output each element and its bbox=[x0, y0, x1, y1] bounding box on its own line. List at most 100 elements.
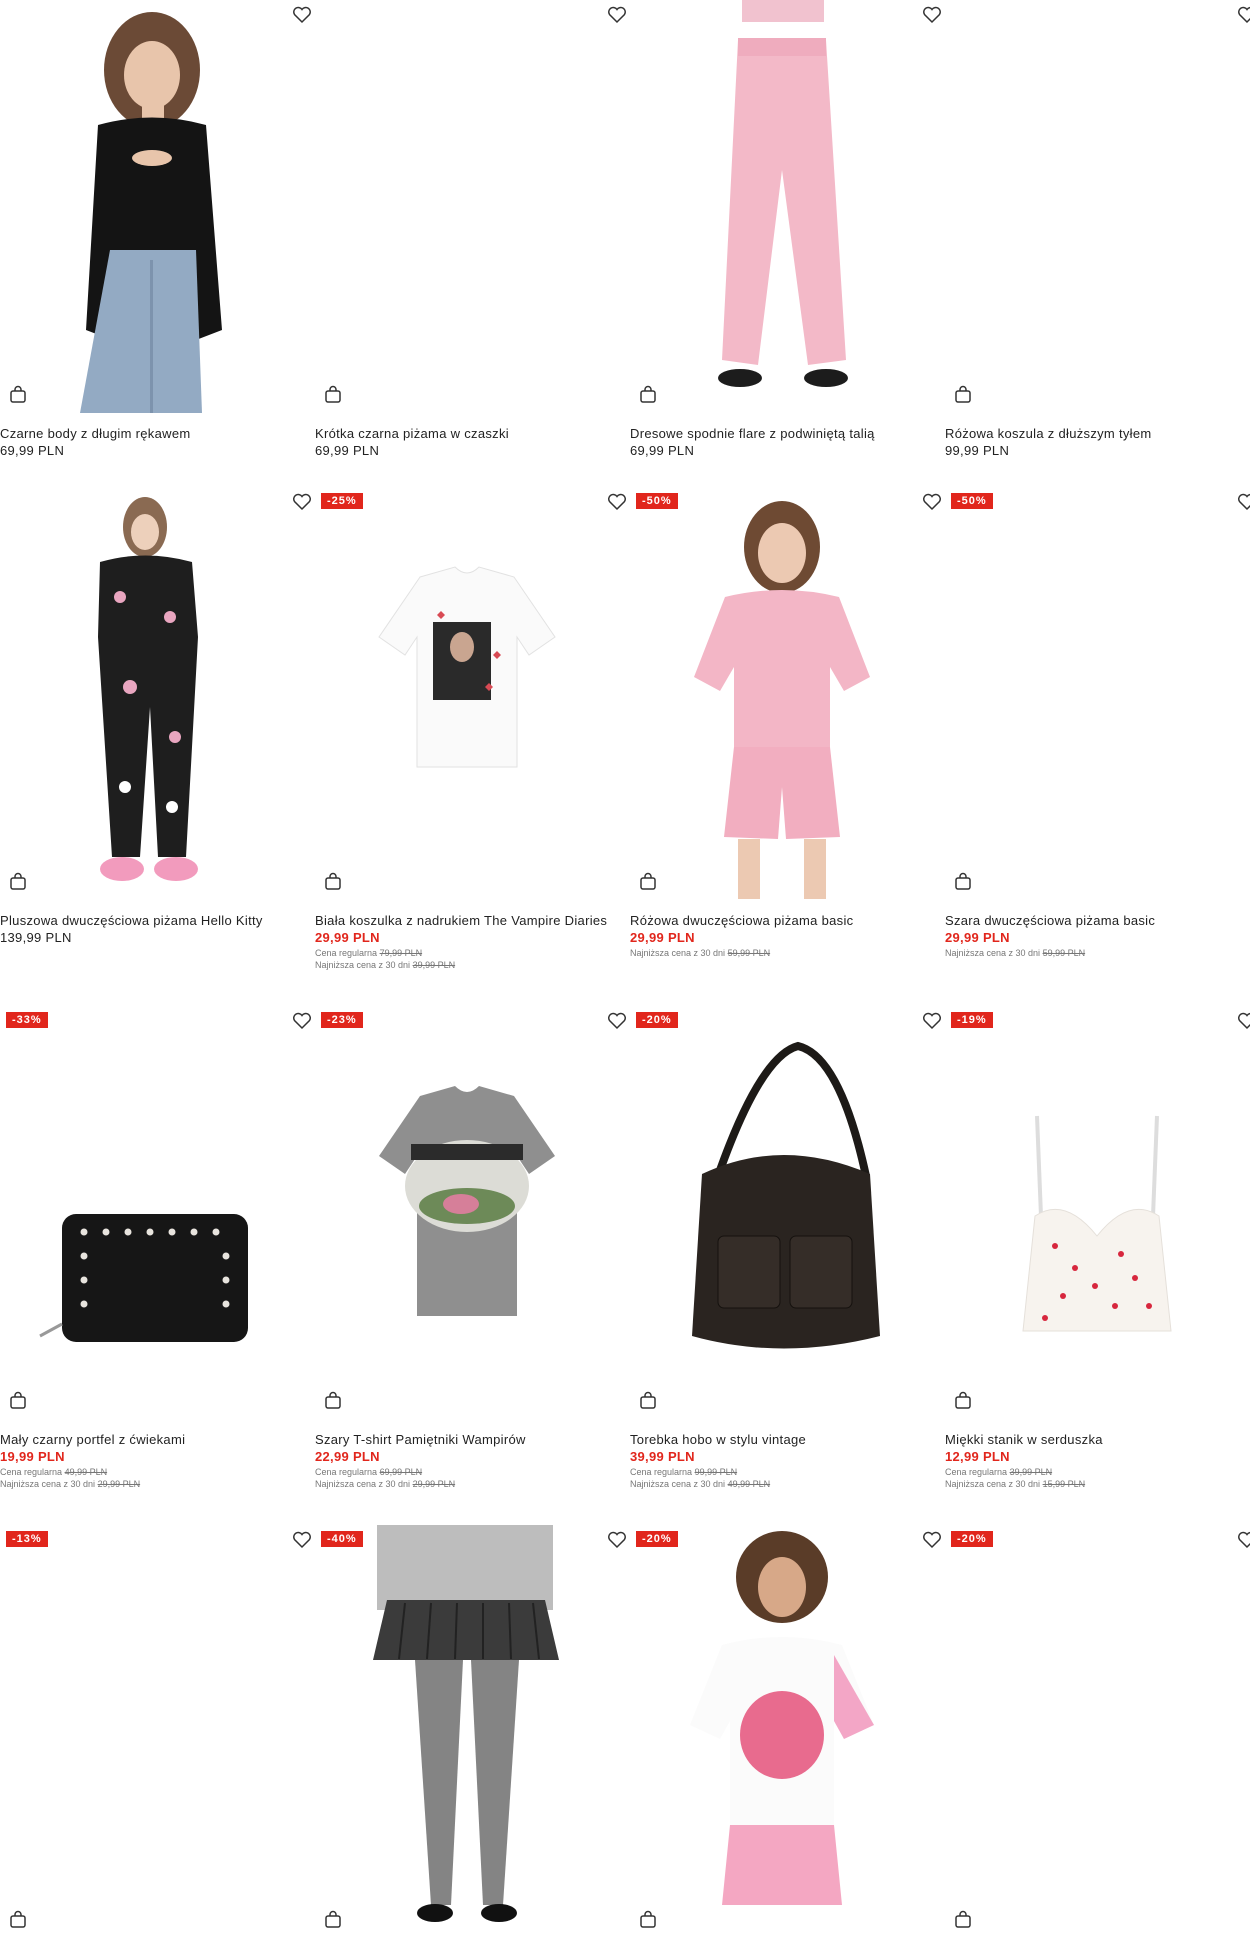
discount-badge: -50% bbox=[636, 493, 678, 509]
bag-icon[interactable] bbox=[638, 872, 658, 892]
heart-icon[interactable] bbox=[292, 6, 312, 24]
lowest-price-label: Najniższa cena z 30 dni bbox=[630, 1479, 726, 1489]
heart-icon[interactable] bbox=[292, 1531, 312, 1549]
lowest-price-label: Najniższa cena z 30 dni bbox=[945, 948, 1041, 958]
heart-icon[interactable] bbox=[922, 6, 942, 24]
bag-icon[interactable] bbox=[638, 1910, 658, 1930]
lowest-price: 59,99 PLN bbox=[1042, 948, 1086, 958]
lowest-price: 39,99 PLN bbox=[412, 960, 456, 970]
product-name[interactable]: Torebka hobo w stylu vintage bbox=[630, 1432, 806, 1447]
heart-icon[interactable] bbox=[1237, 1531, 1250, 1549]
product-price: 99,99 PLN bbox=[945, 443, 1010, 458]
heart-icon[interactable] bbox=[607, 493, 627, 511]
product-image[interactable] bbox=[315, 0, 626, 413]
heart-icon[interactable] bbox=[292, 493, 312, 511]
bag-icon[interactable] bbox=[323, 872, 343, 892]
regular-price-row: Cena regularna 49,99 PLN bbox=[0, 1467, 107, 1477]
heart-icon[interactable] bbox=[1237, 493, 1250, 511]
heart-icon[interactable] bbox=[922, 1531, 942, 1549]
regular-price: 69,99 PLN bbox=[379, 1467, 423, 1477]
regular-price: 79,99 PLN bbox=[379, 948, 423, 958]
lowest-price-row: Najniższa cena z 30 dni 59,99 PLN bbox=[630, 948, 770, 958]
discount-badge: -40% bbox=[321, 1531, 363, 1547]
regular-price: 99,99 PLN bbox=[694, 1467, 738, 1477]
product-price: 69,99 PLN bbox=[315, 443, 380, 458]
product-price: 22,99 PLN bbox=[315, 1449, 380, 1464]
bag-icon[interactable] bbox=[953, 872, 973, 892]
regular-price-label: Cena regularna bbox=[315, 948, 378, 958]
product-name[interactable]: Różowa koszula z dłuższym tyłem bbox=[945, 426, 1152, 441]
product-image[interactable]: -25% bbox=[315, 487, 626, 900]
lowest-price-label: Najniższa cena z 30 dni bbox=[315, 1479, 411, 1489]
product-price: 29,99 PLN bbox=[945, 930, 1010, 945]
regular-price-row: Cena regularna 69,99 PLN bbox=[315, 1467, 422, 1477]
discount-badge: -50% bbox=[951, 493, 993, 509]
heart-icon[interactable] bbox=[607, 1531, 627, 1549]
discount-badge: -13% bbox=[6, 1531, 48, 1547]
heart-icon[interactable] bbox=[607, 1012, 627, 1030]
product-image[interactable] bbox=[0, 0, 311, 413]
product-image[interactable]: -33% bbox=[0, 1006, 311, 1419]
product-name[interactable]: Biała koszulka z nadrukiem The Vampire D… bbox=[315, 913, 607, 928]
bag-icon[interactable] bbox=[638, 385, 658, 405]
product-price: 69,99 PLN bbox=[630, 443, 695, 458]
product-name[interactable]: Szary T-shirt Pamiętniki Wampirów bbox=[315, 1432, 526, 1447]
regular-price-label: Cena regularna bbox=[315, 1467, 378, 1477]
lowest-price-label: Najniższa cena z 30 dni bbox=[630, 948, 726, 958]
lowest-price-row: Najniższa cena z 30 dni 39,99 PLN bbox=[315, 960, 455, 970]
product-image[interactable]: -23% bbox=[315, 1006, 626, 1419]
lowest-price: 15,99 PLN bbox=[1042, 1479, 1086, 1489]
lowest-price-row: Najniższa cena z 30 dni 29,99 PLN bbox=[0, 1479, 140, 1489]
regular-price: 39,99 PLN bbox=[1009, 1467, 1053, 1477]
product-image[interactable]: -20% bbox=[630, 1525, 941, 1938]
bag-icon[interactable] bbox=[953, 1910, 973, 1930]
lowest-price-label: Najniższa cena z 30 dni bbox=[945, 1479, 1041, 1489]
product-name[interactable]: Czarne body z długim rękawem bbox=[0, 426, 190, 441]
product-image[interactable]: -50% bbox=[945, 487, 1250, 900]
bag-icon[interactable] bbox=[638, 1391, 658, 1411]
product-price: 29,99 PLN bbox=[315, 930, 380, 945]
product-name[interactable]: Szara dwuczęściowa piżama basic bbox=[945, 913, 1155, 928]
product-image[interactable]: -13% bbox=[0, 1525, 311, 1938]
product-name[interactable]: Różowa dwuczęściowa piżama basic bbox=[630, 913, 853, 928]
bag-icon[interactable] bbox=[323, 385, 343, 405]
product-image[interactable]: -50% bbox=[630, 487, 941, 900]
product-image[interactable]: -20% bbox=[630, 1006, 941, 1419]
heart-icon[interactable] bbox=[607, 6, 627, 24]
discount-badge: -25% bbox=[321, 493, 363, 509]
heart-icon[interactable] bbox=[922, 1012, 942, 1030]
product-name[interactable]: Dresowe spodnie flare z podwiniętą talią bbox=[630, 426, 875, 441]
product-name[interactable]: Mały czarny portfel z ćwiekami bbox=[0, 1432, 185, 1447]
product-image[interactable] bbox=[945, 0, 1250, 413]
heart-icon[interactable] bbox=[1237, 1012, 1250, 1030]
lowest-price: 49,99 PLN bbox=[727, 1479, 771, 1489]
product-image[interactable]: -40% bbox=[315, 1525, 626, 1938]
product-name[interactable]: Pluszowa dwuczęściowa piżama Hello Kitty bbox=[0, 913, 263, 928]
product-price: 29,99 PLN bbox=[630, 930, 695, 945]
bag-icon[interactable] bbox=[8, 385, 28, 405]
bag-icon[interactable] bbox=[323, 1391, 343, 1411]
product-name[interactable]: Krótka czarna piżama w czaszki bbox=[315, 426, 509, 441]
bag-icon[interactable] bbox=[8, 1391, 28, 1411]
discount-badge: -23% bbox=[321, 1012, 363, 1028]
bag-icon[interactable] bbox=[953, 385, 973, 405]
bag-icon[interactable] bbox=[8, 1910, 28, 1930]
discount-badge: -20% bbox=[636, 1531, 678, 1547]
lowest-price-row: Najniższa cena z 30 dni 59,99 PLN bbox=[945, 948, 1085, 958]
product-image[interactable] bbox=[630, 0, 941, 413]
bag-icon[interactable] bbox=[953, 1391, 973, 1411]
heart-icon[interactable] bbox=[1237, 6, 1250, 24]
bag-icon[interactable] bbox=[323, 1910, 343, 1930]
product-name[interactable]: Miękki stanik w serduszka bbox=[945, 1432, 1103, 1447]
product-image[interactable]: -20% bbox=[945, 1525, 1250, 1938]
regular-price: 49,99 PLN bbox=[64, 1467, 108, 1477]
regular-price-label: Cena regularna bbox=[0, 1467, 63, 1477]
product-image[interactable] bbox=[0, 487, 311, 900]
product-price: 139,99 PLN bbox=[0, 930, 72, 945]
product-image[interactable]: -19% bbox=[945, 1006, 1250, 1419]
heart-icon[interactable] bbox=[292, 1012, 312, 1030]
bag-icon[interactable] bbox=[8, 872, 28, 892]
discount-badge: -20% bbox=[951, 1531, 993, 1547]
lowest-price-row: Najniższa cena z 30 dni 29,99 PLN bbox=[315, 1479, 455, 1489]
heart-icon[interactable] bbox=[922, 493, 942, 511]
